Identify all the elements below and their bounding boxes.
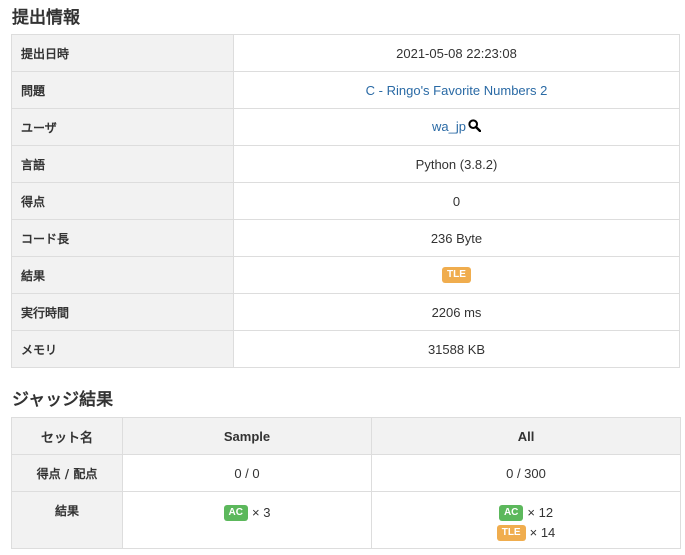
status-line: TLE × 14	[372, 523, 680, 544]
all-score: 0 / 300	[371, 454, 681, 492]
sample-results: AC × 3	[122, 491, 372, 549]
status-line: AC × 3	[123, 502, 371, 523]
problem-label: 問題	[11, 71, 234, 109]
table-row: 実行時間 2206 ms	[11, 293, 680, 331]
all-header: All	[371, 417, 681, 455]
judge-result-title: ジャッジ結果	[12, 390, 114, 410]
tle-badge: TLE	[496, 525, 526, 542]
status-line: AC × 12	[372, 502, 680, 523]
language-label: 言語	[11, 145, 234, 183]
all-results: AC × 12 TLE × 14	[371, 491, 681, 549]
table-row: 提出日時 2021-05-08 22:23:08	[11, 34, 680, 72]
submit-time-label: 提出日時	[11, 34, 234, 72]
user-link[interactable]: wa_jp	[432, 119, 466, 134]
table-row: 結果 AC × 3 AC × 12 TLE × 14	[11, 491, 681, 549]
memory-label: メモリ	[11, 330, 234, 368]
result-cell: TLE	[233, 256, 680, 294]
table-row: 得点 / 配点 0 / 0 0 / 300	[11, 454, 681, 492]
judge-result-table: セット名 Sample All 得点 / 配点 0 / 0 0 / 300 結果…	[11, 417, 681, 549]
sample-header: Sample	[122, 417, 372, 455]
ac-count: × 12	[527, 504, 554, 520]
table-row: コード長 236 Byte	[11, 219, 680, 257]
user-cell: wa_jp	[233, 108, 680, 146]
set-name-header: セット名	[11, 417, 123, 455]
problem-link[interactable]: C - Ringo's Favorite Numbers 2	[366, 83, 548, 98]
result-row-label: 結果	[11, 491, 123, 549]
search-icon[interactable]	[468, 119, 482, 135]
code-length-label: コード長	[11, 219, 234, 257]
table-header-row: セット名 Sample All	[11, 417, 681, 455]
submission-info-title: 提出情報	[12, 8, 80, 28]
user-label: ユーザ	[11, 108, 234, 146]
table-row: 得点 0	[11, 182, 680, 220]
table-row: 結果 TLE	[11, 256, 680, 294]
submit-time-value: 2021-05-08 22:23:08	[233, 34, 680, 72]
ac-count: × 3	[252, 504, 271, 520]
score-row-label: 得点 / 配点	[11, 454, 123, 492]
code-length-value: 236 Byte	[233, 219, 680, 257]
memory-value: 31588 KB	[233, 330, 680, 368]
table-row: 言語 Python (3.8.2)	[11, 145, 680, 183]
score-label: 得点	[11, 182, 234, 220]
submission-info-table: 提出日時 2021-05-08 22:23:08 問題 C - Ringo's …	[11, 34, 680, 368]
tle-count: × 14	[529, 525, 556, 541]
ac-badge: AC	[223, 504, 248, 521]
problem-cell: C - Ringo's Favorite Numbers 2	[233, 71, 680, 109]
table-row: ユーザ wa_jp	[11, 108, 680, 146]
sample-score: 0 / 0	[122, 454, 372, 492]
table-row: 問題 C - Ringo's Favorite Numbers 2	[11, 71, 680, 109]
score-value: 0	[233, 182, 680, 220]
exec-time-label: 実行時間	[11, 293, 234, 331]
result-label: 結果	[11, 256, 234, 294]
ac-badge: AC	[498, 504, 524, 521]
result-status-badge: TLE	[442, 267, 471, 284]
language-value: Python (3.8.2)	[233, 145, 680, 183]
table-row: メモリ 31588 KB	[11, 330, 680, 368]
exec-time-value: 2206 ms	[233, 293, 680, 331]
